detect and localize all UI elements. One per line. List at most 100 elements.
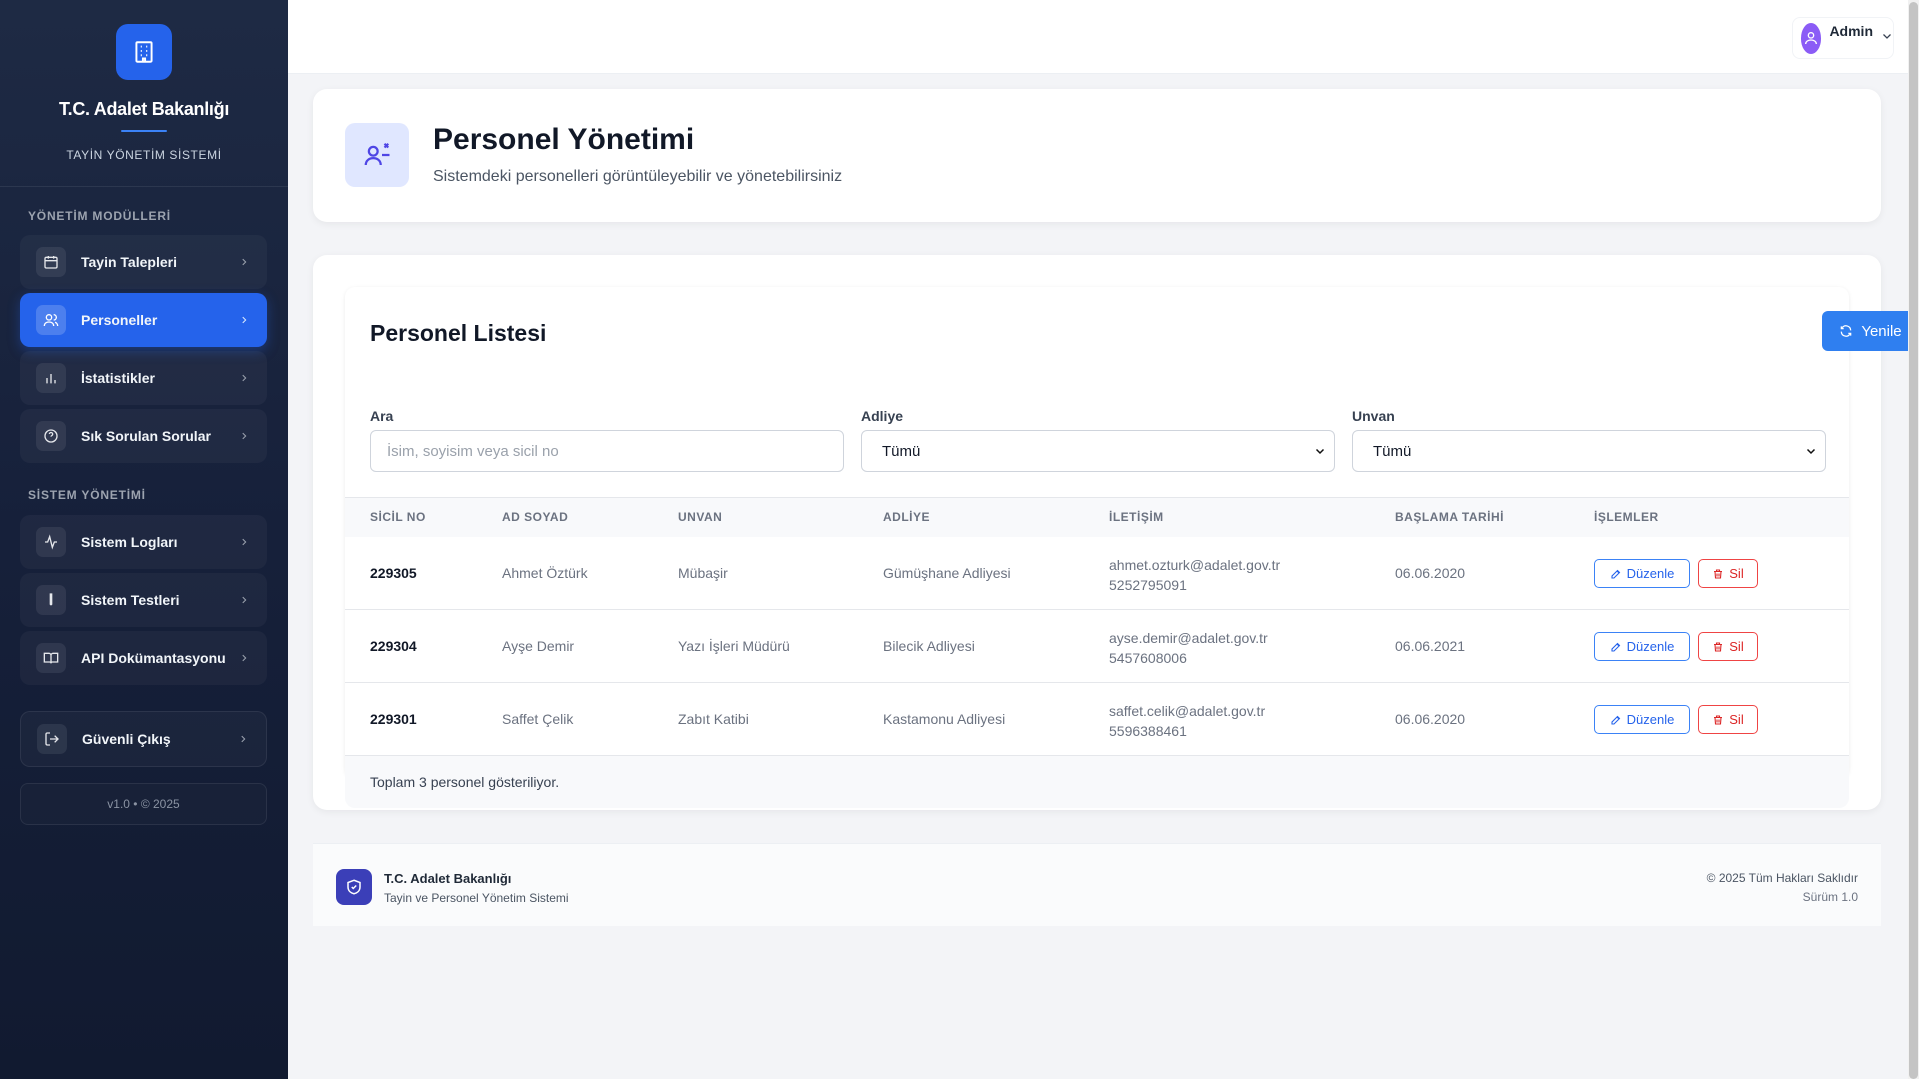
edit-icon <box>1611 715 1620 725</box>
topbar: Admin <box>288 0 1908 74</box>
sidebar-item-label: API Dokümantasyonu <box>81 650 226 666</box>
court-filter-label: Adliye <box>861 408 904 424</box>
logout-button[interactable]: Güvenli Çıkış <box>20 711 267 767</box>
cell-phone: 5596388461 <box>1109 723 1187 739</box>
help-circle-icon <box>36 421 66 451</box>
footer-subtitle: Tayin ve Personel Yönetim Sistemi <box>384 891 569 905</box>
delete-button[interactable]: Sil <box>1698 559 1758 588</box>
edit-label: Düzenle <box>1626 566 1675 581</box>
logout-label: Güvenli Çıkış <box>82 731 171 747</box>
sidebar-item-sistem-testleri[interactable]: Sistem Testleri <box>20 573 267 627</box>
sidebar-item-api-docs[interactable]: API Dokümantasyonu <box>20 631 267 685</box>
search-label: Ara <box>370 408 394 424</box>
edit-icon <box>1611 642 1620 652</box>
cell-sicil: 229301 <box>370 711 417 727</box>
cell-title: Mübaşir <box>678 565 728 581</box>
delete-label: Sil <box>1729 566 1744 581</box>
column-header: İLETİŞİM <box>1109 510 1164 524</box>
column-header: UNVAN <box>678 510 723 524</box>
column-header: AD SOYAD <box>502 510 569 524</box>
sidebar-item-label: Tayin Talepleri <box>81 254 177 270</box>
version-badge: v1.0 • © 2025 <box>20 783 267 825</box>
chevron-right-icon <box>237 371 251 385</box>
users-icon <box>36 305 66 335</box>
page-header-card: Personel Yönetimi Sistemdeki personeller… <box>313 89 1881 222</box>
delete-button[interactable]: Sil <box>1698 632 1758 661</box>
chevron-down-icon <box>1881 29 1893 47</box>
page-title: Personel Yönetimi <box>433 123 695 156</box>
cell-title: Zabıt Katibi <box>678 711 749 727</box>
cell-court: Gümüşhane Adliyesi <box>883 565 1011 581</box>
log-out-icon <box>37 724 67 754</box>
page-subtitle: Sistemdeki personelleri görüntüleyebilir… <box>433 168 843 185</box>
cell-contact: saffet.celik@adalet.gov.tr 5596388461 <box>1109 701 1265 741</box>
title-select-value: Tümü <box>1373 442 1412 460</box>
cell-phone: 5457608006 <box>1109 650 1187 666</box>
table-row: 229304 Ayşe Demir Yazı İşleri Müdürü Bil… <box>345 610 1849 683</box>
section-title-management: YÖNETİM MODÜLLERİ <box>28 209 171 223</box>
cell-sicil: 229305 <box>370 565 417 581</box>
edit-button[interactable]: Düzenle <box>1594 632 1690 661</box>
test-tube-icon <box>36 585 66 615</box>
edit-button[interactable]: Düzenle <box>1594 705 1690 734</box>
refresh-label: Yenile <box>1861 322 1902 340</box>
user-icon <box>1805 32 1818 45</box>
sidebar-item-sistem-loglari[interactable]: Sistem Logları <box>20 515 267 569</box>
list-title: Personel Listesi <box>370 320 547 346</box>
sidebar: T.C. Adalet Bakanlığı TAYİN YÖNETİM SİST… <box>0 0 288 1079</box>
court-select[interactable]: Tümü <box>861 430 1335 472</box>
edit-icon <box>1611 569 1620 579</box>
brand-title: T.C. Adalet Bakanlığı <box>58 99 230 119</box>
brand-subtitle: TAYİN YÖNETİM SİSTEMİ <box>66 148 222 162</box>
user-cog-icon <box>345 123 409 187</box>
table-row: 229305 Ahmet Öztürk Mübaşir Gümüşhane Ad… <box>345 537 1849 610</box>
court-select-value: Tümü <box>882 442 921 460</box>
personnel-list-card: Personel Listesi Yenile Ara İsim, soyisi… <box>313 255 1919 810</box>
cell-contact: ahmet.ozturk@adalet.gov.tr 5252795091 <box>1109 555 1280 595</box>
user-menu[interactable]: Admin <box>1792 17 1894 59</box>
page-footer: T.C. Adalet Bakanlığı Tayin ve Personel … <box>313 843 1881 926</box>
cell-sicil: 229304 <box>370 638 417 654</box>
sidebar-item-label: Sistem Testleri <box>81 592 180 608</box>
sidebar-item-label: Sistem Logları <box>81 534 178 550</box>
book-icon <box>36 643 66 673</box>
avatar <box>1801 22 1822 54</box>
trash-icon <box>1714 641 1723 652</box>
column-header: İŞLEMLER <box>1594 510 1659 524</box>
trash-icon <box>1714 568 1723 579</box>
table-summary: Toplam 3 personel gösteriliyor. <box>370 774 560 790</box>
cell-start-date: 06.06.2021 <box>1395 638 1466 654</box>
chevron-right-icon <box>236 732 250 746</box>
search-input[interactable]: İsim, soyisim veya sicil no <box>370 430 844 472</box>
brand-divider <box>121 130 167 132</box>
chevron-right-icon <box>237 651 251 665</box>
sidebar-item-sss[interactable]: Sık Sorulan Sorular <box>20 409 267 463</box>
chevron-right-icon <box>237 313 251 327</box>
delete-label: Sil <box>1729 639 1744 654</box>
sidebar-item-label: Sık Sorulan Sorular <box>81 428 211 444</box>
sidebar-item-istatistikler[interactable]: İstatistikler <box>20 351 267 405</box>
cell-start-date: 06.06.2020 <box>1395 565 1466 581</box>
cell-start-date: 06.06.2020 <box>1395 711 1466 727</box>
bar-chart-icon <box>36 363 66 393</box>
sidebar-item-tayin-talepleri[interactable]: Tayin Talepleri <box>20 235 267 289</box>
cell-name: Ahmet Öztürk <box>502 565 588 581</box>
cell-email: ayse.demir@adalet.gov.tr <box>1109 630 1268 646</box>
edit-button[interactable]: Düzenle <box>1594 559 1690 588</box>
delete-button[interactable]: Sil <box>1698 705 1758 734</box>
chevron-right-icon <box>237 255 251 269</box>
refresh-button[interactable]: Yenile <box>1822 311 1919 351</box>
footer-title: T.C. Adalet Bakanlığı <box>384 871 512 886</box>
title-select[interactable]: Tümü <box>1352 430 1826 472</box>
cell-email: saffet.celik@adalet.gov.tr <box>1109 703 1266 719</box>
sidebar-item-personeller[interactable]: Personeller <box>20 293 267 347</box>
column-header: BAŞLAMA TARİHİ <box>1395 510 1504 524</box>
cell-name: Saffet Çelik <box>502 711 574 727</box>
cell-title: Yazı İşleri Müdürü <box>678 638 790 654</box>
section-title-system: SİSTEM YÖNETİMİ <box>28 488 146 502</box>
cell-court: Bilecik Adliyesi <box>883 638 975 654</box>
scrollbar-thumb[interactable] <box>1909 2 1918 1079</box>
personnel-list-panel: Personel Listesi Yenile Ara İsim, soyisi… <box>345 287 1919 808</box>
chevron-down-icon <box>1315 448 1325 455</box>
building-icon <box>116 24 172 80</box>
